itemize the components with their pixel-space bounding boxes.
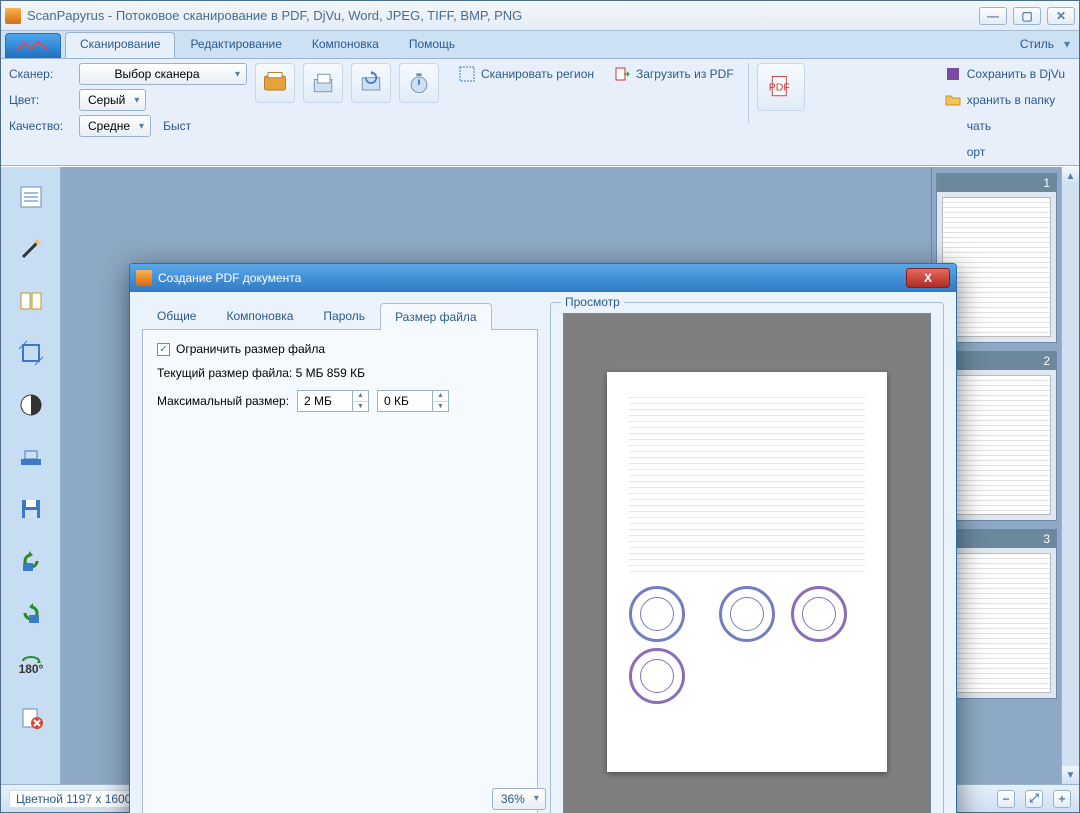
maximize-button[interactable]: ▢ [1013, 7, 1041, 25]
scroll-down-icon[interactable]: ▼ [1062, 766, 1079, 784]
quality-combo[interactable]: Средне [79, 115, 151, 137]
save-djvu-button[interactable]: Сохранить в DjVu [939, 63, 1071, 85]
tool-delete[interactable] [15, 701, 47, 733]
print-button[interactable]: чать [939, 115, 1071, 137]
preview-page [607, 372, 887, 772]
dialog-close-button[interactable]: X [906, 268, 950, 288]
zoom-in-button[interactable]: + [1053, 790, 1071, 808]
scan-region-button[interactable]: Сканировать регион [453, 63, 600, 85]
ribbon-tab-help[interactable]: Помощь [394, 32, 470, 58]
djvu-icon [945, 66, 961, 82]
limit-size-label: Ограничить размер файла [176, 342, 325, 356]
save-pdf-big-button[interactable]: PDF [757, 63, 805, 111]
scan-button[interactable] [255, 63, 295, 103]
tool-scanner[interactable] [15, 441, 47, 473]
max-kb-spinner[interactable]: ▲▼ [377, 390, 449, 412]
scanner-label: Сканер: [9, 67, 73, 81]
folder-icon [945, 92, 961, 108]
ribbon-tabs: Сканирование Редактирование Компоновка П… [1, 31, 1079, 59]
dialog-titlebar: Создание PDF документа X [130, 264, 956, 292]
tool-crop[interactable] [15, 337, 47, 369]
color-combo[interactable]: Серый [79, 89, 146, 111]
scroll-up-icon[interactable]: ▲ [1062, 167, 1079, 185]
dialog-tab-password[interactable]: Пароль [308, 302, 380, 329]
quality-label: Качество: [9, 119, 73, 133]
tool-rotate-right[interactable] [15, 597, 47, 629]
titlebar: ScanPapyrus - Потоковое сканирование в P… [1, 1, 1079, 31]
spin-up-icon[interactable]: ▲ [353, 391, 368, 402]
save-folder-button[interactable]: хранить в папку [939, 89, 1071, 111]
preview-legend: Просмотр [561, 295, 624, 309]
pdf-dialog: Создание PDF документа X Общие Компоновк… [129, 263, 957, 813]
rescan-button[interactable] [351, 63, 391, 103]
content-area: 180° 1 2 3 ▲ ▼ [1, 166, 1079, 784]
fast-label: Быст [163, 119, 191, 133]
dialog-tabpane: ✓ Ограничить размер файла Текущий размер… [142, 330, 538, 813]
dialog-tab-layout[interactable]: Компоновка [211, 302, 308, 329]
region-icon [459, 66, 475, 82]
svg-text:PDF: PDF [768, 82, 789, 94]
tool-rotate-left[interactable] [15, 545, 47, 577]
export-button[interactable]: орт [939, 141, 1071, 163]
window-title: ScanPapyrus - Потоковое сканирование в P… [27, 8, 979, 23]
ribbon-tab-edit[interactable]: Редактирование [175, 32, 296, 58]
color-label: Цвет: [9, 93, 73, 107]
spin-down-icon[interactable]: ▼ [433, 402, 448, 412]
ribbon-style-menu[interactable]: Стиль [1005, 32, 1079, 58]
minimize-button[interactable]: — [979, 7, 1007, 25]
timer-scan-button[interactable] [399, 63, 439, 103]
tool-properties[interactable] [15, 181, 47, 213]
ribbon-tab-layout[interactable]: Компоновка [297, 32, 394, 58]
tool-book[interactable] [15, 285, 47, 317]
load-pdf-button[interactable]: Загрузить из PDF [608, 63, 740, 85]
zoom-fit-button[interactable]: ⤢ [1025, 790, 1043, 808]
spin-down-icon[interactable]: ▼ [353, 402, 368, 412]
tool-magic[interactable] [15, 233, 47, 265]
max-kb-input[interactable] [378, 391, 432, 411]
dialog-title: Создание PDF документа [158, 271, 906, 285]
ribbon-tab-scan[interactable]: Сканирование [65, 32, 175, 58]
pdf-in-icon [614, 66, 630, 82]
app-badge[interactable] [5, 33, 61, 58]
tool-rotate-180[interactable]: 180° [15, 649, 47, 681]
zoom-combo[interactable]: 36% [492, 788, 546, 810]
spin-up-icon[interactable]: ▲ [433, 391, 448, 402]
preview-fieldset: Просмотр [550, 302, 944, 813]
batch-scan-button[interactable] [303, 63, 343, 103]
close-button[interactable]: ✕ [1047, 7, 1075, 25]
preview-area [563, 313, 931, 813]
dialog-tab-general[interactable]: Общие [142, 302, 211, 329]
main-window: ScanPapyrus - Потоковое сканирование в P… [0, 0, 1080, 813]
current-size-value: 5 МБ 859 КБ [296, 366, 365, 380]
dialog-tab-filesize[interactable]: Размер файла [380, 303, 492, 330]
scanner-combo[interactable]: Выбор сканера [79, 63, 247, 85]
dialog-tabs: Общие Компоновка Пароль Размер файла [142, 302, 538, 330]
tool-save[interactable] [15, 493, 47, 525]
max-size-label: Максимальный размер: [157, 394, 289, 408]
app-icon [5, 8, 21, 24]
dialog-icon [136, 270, 152, 286]
max-mb-spinner[interactable]: ▲▼ [297, 390, 369, 412]
max-mb-input[interactable] [298, 391, 352, 411]
limit-size-checkbox[interactable]: ✓ [157, 343, 170, 356]
left-toolbar: 180° [1, 167, 61, 784]
ribbon-body: Сканер: Выбор сканера Цвет: Серый Качест… [1, 59, 1079, 166]
zoom-out-button[interactable]: − [997, 790, 1015, 808]
tool-contrast[interactable] [15, 389, 47, 421]
svg-text:180°: 180° [18, 662, 43, 676]
current-size-label: Текущий размер файла: [157, 366, 292, 380]
vertical-scrollbar[interactable]: ▲ ▼ [1061, 167, 1079, 784]
